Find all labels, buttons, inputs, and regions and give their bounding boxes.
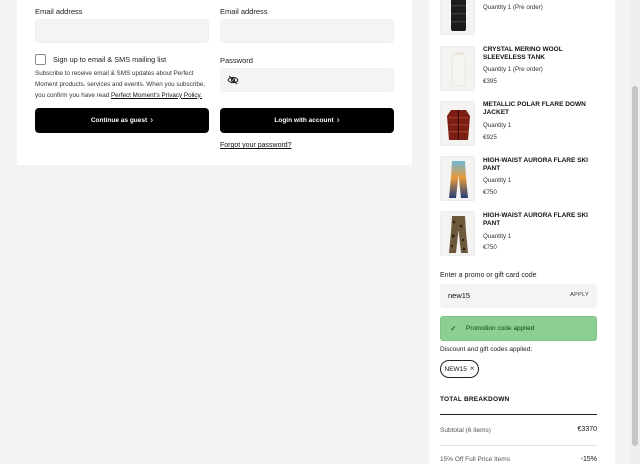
scrollbar-thumb[interactable] [632,86,638,446]
privacy-policy-link[interactable]: Perfect Moment's Privacy Policy. [111,92,202,99]
checkout-card: Email address Sign up to email & SMS mai… [17,0,412,165]
guest-email-label: Email address [35,7,83,16]
promo-code-input[interactable]: new15 APPLY [440,284,597,308]
login-email-label: Email address [220,7,268,16]
subtotal-value: €3370 [577,426,597,433]
login-button-label: Login with account [274,117,334,124]
apply-button[interactable]: APPLY [570,292,589,298]
product-name[interactable]: HIGH-WAIST AURORA FLARE SKI PANT [483,212,593,228]
product-price: €750 [483,189,497,196]
product-thumbnail[interactable] [440,0,475,35]
applied-code-text: NEW15 [444,365,467,373]
mailing-list-checkbox[interactable] [35,54,46,65]
chevron-right-icon: › [150,114,154,125]
chevron-right-icon: › [336,114,340,125]
discount-row-value: -15% [580,456,597,463]
login-email-field[interactable] [220,19,394,43]
eye-off-icon[interactable] [227,75,239,85]
promo-code-value: new15 [448,291,471,300]
discount-row-label: 15% Off Full Price Items [440,456,510,463]
consent-text: Subscribe to receive email & SMS updates… [35,69,210,101]
login-button[interactable]: Login with account › [220,108,394,133]
product-thumbnail[interactable] [440,46,475,91]
down-jacket-image [447,110,470,140]
subtotal-label: Subtotal (6 items) [440,427,491,434]
breakdown-divider [440,414,597,415]
product-quantity: Quantity 1 [483,177,512,184]
product-thumbnail[interactable] [440,156,475,201]
ski-pant-image [449,161,468,198]
product-name[interactable]: CRYSTAL MERINO WOOL SLEEVELESS TANK [483,46,593,62]
promo-code-label: Enter a promo or gift card code [440,272,537,279]
product-price: €395 [483,78,497,85]
promo-success-text: Promotion code applied [466,325,535,332]
mailing-list-label: Sign up to email & SMS mailing list [53,55,167,64]
check-icon: ✓ [450,324,457,333]
promo-success-banner: ✓ Promotion code applied [440,316,597,341]
forgot-password-link[interactable]: Forgot your password? [220,142,292,149]
product-thumbnail[interactable] [440,101,475,146]
puffer-vest-image [451,0,466,31]
product-name[interactable]: HIGH-WAIST AURORA FLARE SKI PANT [483,157,593,173]
product-name[interactable]: METALLIC POLAR FLARE DOWN JACKET [483,101,593,117]
product-quantity: Quantity 1 (Pre order) [483,4,543,11]
product-quantity: Quantity 1 [483,122,512,129]
order-summary: Quantity 1 (Pre order) CRYSTAL MERINO WO… [429,0,615,464]
password-label: Password [220,56,253,65]
ski-pant-image [449,216,468,253]
product-price: €750 [483,244,497,251]
product-quantity: Quantity 1 [483,233,512,240]
product-thumbnail[interactable] [440,211,475,256]
applied-codes-label: Discount and gift codes applied: [440,346,533,353]
product-price: €925 [483,134,497,141]
continue-as-guest-label: Continue as guest [90,117,148,124]
row-divider [440,445,597,446]
remove-code-icon[interactable]: × [470,365,475,373]
applied-code-chip: NEW15 × [440,360,479,378]
password-field[interactable] [220,68,394,92]
product-quantity: Quantity 1 (Pre order) [483,66,543,73]
tank-top-image [451,52,466,87]
total-breakdown-title: TOTAL BREAKDOWN [440,396,510,403]
continue-as-guest-button[interactable]: Continue as guest › [35,108,209,133]
guest-email-field[interactable] [35,19,209,43]
